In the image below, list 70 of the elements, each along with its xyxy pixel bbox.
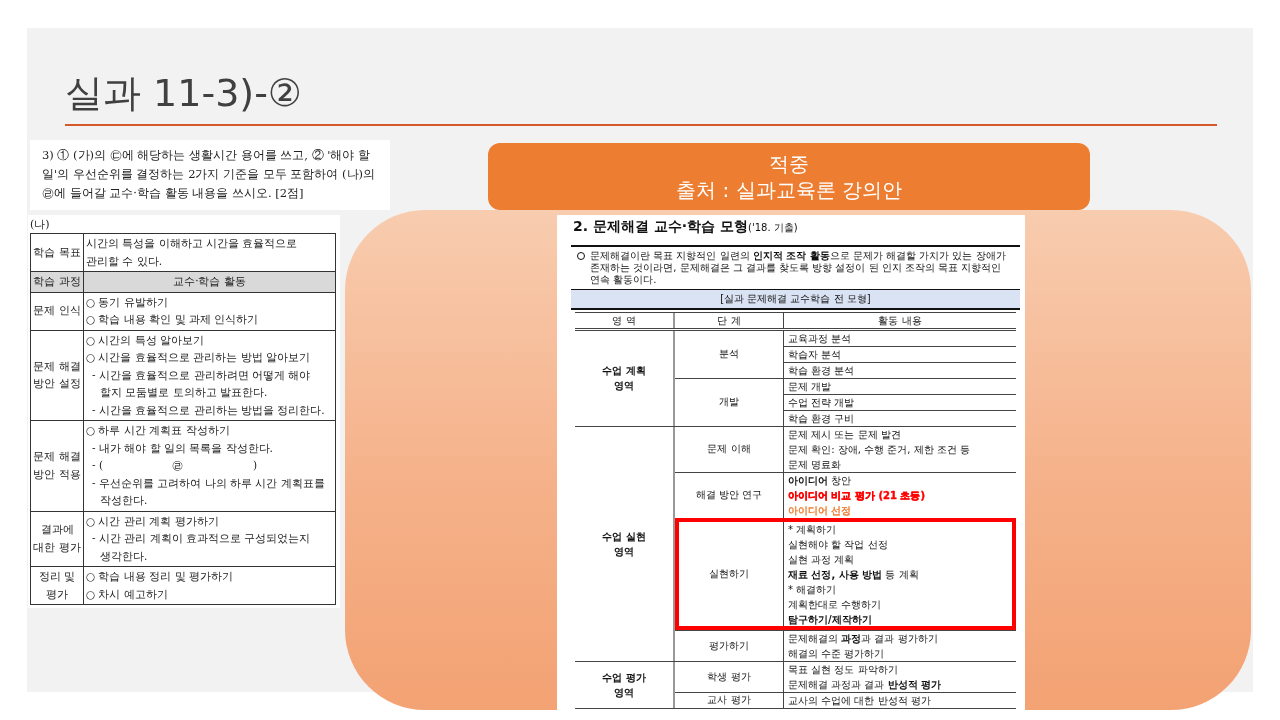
activity-text: - 시간을 효율적으로 관리하려면 어떻게 해야 할지 모둠별로 토의하고 발표한다. (91, 367, 312, 400)
step-cell: 분석 (675, 330, 784, 378)
step-cell: 실현하기 (675, 521, 784, 627)
blank-open-text: - ( (92, 458, 103, 473)
goal-text: 시간의 특성을 이해하고 시간을 효율적으로 관리할 수 있다. (83, 233, 336, 272)
table-label: (나) (30, 217, 50, 233)
activity-text: - 시간 관리 계획이 효과적으로 구성되었는지 생각한다. (91, 531, 312, 564)
activity-text: 해결의 수준 평가하기 (788, 646, 886, 661)
area-label: 수업 실현 영역 (601, 529, 647, 559)
stage-cell: 문제 인식 (30, 292, 84, 330)
stage-cell: 정리 및 평가 (30, 566, 84, 605)
activity-text: ○ 차시 예고하기 (86, 586, 169, 602)
banner-title: 적중 (769, 150, 809, 177)
document-heading: 2. 문제해결 교수·학습 모형 (573, 218, 748, 236)
activity-text: 학습자 분석 (788, 347, 843, 362)
activity-text: - 내가 해야 할 일의 목록을 작성한다. (91, 440, 274, 456)
activity-text: ○ 시간을 효율적으로 관리하는 방법 알아보기 (86, 350, 311, 365)
activity-text: 교육과정 분석 (788, 331, 853, 346)
activity-text: 실현 과정 계획 (788, 552, 856, 567)
intro-text: 문제해결이란 목표 지향적인 일련의 인지적 조작 활동으로 문제가 해결할 가치가 있는 장애가 존재하는 것이라면, 문제해결은 그 결과를 찾도록 방향 설정이 된 인지 조작의 목표 지향적인 연속 활동이다. (590, 249, 1007, 286)
step-cell: 해결 방안 연구 (675, 472, 784, 518)
activity-text: 문제해결 과정과 결과 반성적 평가 (788, 677, 943, 692)
activity-text: 수업 전략 개발 (788, 395, 856, 410)
activity-text: 학습 환경 구비 (788, 411, 856, 426)
activity-text: ○ 하루 시간 계획표 작성하기 (86, 423, 231, 438)
activity-text: 아이디어 창안 (788, 473, 853, 488)
activity-text: 아이디어 비교 평가 (21 초등) (788, 488, 926, 503)
question-text: 3) ① (가)의 ㉢에 해당하는 생활시간 용어를 쓰고, ② '해야 할 일'의 우선순위를 결정하는 2가지 기준을 모두 포함하여 (나)의 ㉣에 들어갈 교수·학습 활동 내용을 쓰시오. [2점] (30, 140, 390, 210)
activity-text: ○ 학습 내용 확인 및 과제 인식하기 (86, 312, 260, 327)
activity-text: 아이디어 선정 (788, 503, 853, 518)
activity-text: - 우선순위를 고려하여 나의 하루 시간 계획표를 작성한다. (91, 475, 326, 508)
activity-text: ○ 동기 유발하기 (86, 294, 169, 310)
area-label: 수업 계획 영역 (601, 364, 647, 393)
activity-text: 문제 개발 (788, 379, 833, 394)
source-text: 출처 : 실과교육론 강의안 (676, 176, 902, 203)
stage-cell: 문제 해결 방안 적용 (30, 420, 84, 511)
slide-title: 실과 11-3)-② (65, 70, 302, 117)
step-cell: 문제 이해 (675, 426, 784, 472)
activity-text: 탐구하기/제작하기 (788, 612, 873, 627)
column-header: 활동 내용 (877, 313, 923, 328)
answer-blank: ㉣ (171, 458, 185, 473)
activity-text: * 계획하기 (788, 522, 838, 537)
activity-text: 재료 선정, 사용 방법 등 계획 (788, 567, 920, 582)
activity-text: ○ 학습 내용 정리 및 평가하기 (86, 569, 234, 584)
activity-text: 계획한대로 수행하기 (788, 597, 883, 612)
column-header: 단 계 (675, 312, 784, 328)
stage-cell: 결과에 대한 평가 (30, 511, 84, 567)
stage-cell: 문제 해결 방안 설정 (30, 330, 84, 421)
column-header: 영 역 (575, 312, 675, 328)
column-header: 학습 과정 (30, 271, 84, 292)
blank-close-text: ) (253, 458, 258, 473)
activity-text: 문제해결의 과정과 결과 평가하기 (788, 631, 939, 646)
activity-text: 실현해야 할 작업 선정 (788, 537, 889, 552)
goal-label: 학습 목표 (30, 233, 84, 272)
activity-text: - 시간을 효율적으로 관리하는 방법을 정리한다. (91, 402, 326, 418)
activity-text: * 해결하기 (788, 582, 838, 597)
activity-text: 문제 제시 또는 문제 발견 (788, 427, 902, 442)
step-cell: 개발 (675, 378, 784, 426)
heading-note: ('18. 기출) (748, 221, 798, 235)
activity-text: 문제 확인: 장애, 수행 준거, 제한 조건 등 (788, 442, 971, 457)
activity-text: 문제 명료화 (788, 457, 843, 472)
activity-text: 학습 환경 분석 (788, 363, 856, 378)
activity-text: ○ 시간의 특성 알아보기 (86, 332, 206, 348)
step-cell: 교사 평가 (675, 692, 784, 708)
area-label: 수업 평가 영역 (601, 670, 647, 700)
activity-text: 교사의 수업에 대한 반성적 평가 (788, 693, 932, 708)
activity-text: ○ 시간 관리 계획 평가하기 (86, 513, 220, 529)
activity-text: 목표 실현 정도 파악하기 (788, 662, 899, 677)
step-cell: 평가하기 (675, 630, 784, 661)
step-cell: 학생 평가 (675, 661, 784, 692)
